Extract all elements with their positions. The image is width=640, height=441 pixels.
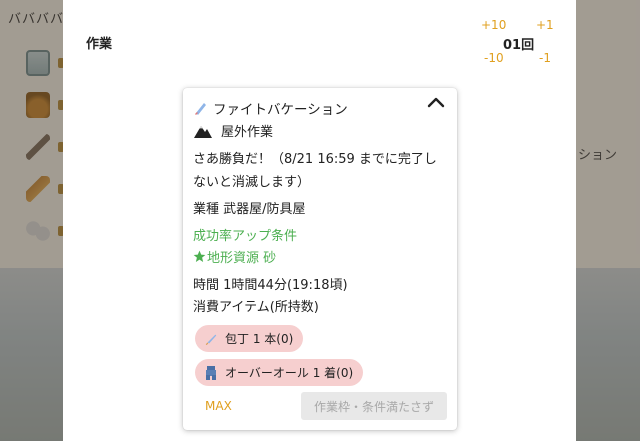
industry-text: 業種 武器屋/防具屋 [193,202,306,217]
card-title-row: ファイトバケーション [193,98,348,118]
bonus-condition: 地形資源 砂 [207,251,277,266]
consumed-item-label: オーバーオール 1 着(0) [225,366,354,380]
work-description: さあ勝負だ！（8/21 16:59 までに完了しないと消滅します） [193,152,437,190]
plus-1-button[interactable]: +1 [536,18,554,32]
execute-work-button[interactable]: 作業枠・条件満たさず [301,392,447,420]
chevron-up-icon[interactable] [427,96,445,112]
panel-title: 作業 [86,37,113,52]
plus-10-button[interactable]: +10 [481,18,506,32]
knife-icon [203,331,219,347]
brush-icon [193,100,209,116]
time-text: 時間 1時間44分(19:18頃) [193,278,348,293]
bonus-heading: 成功率アップ条件 [193,229,298,244]
consumed-item-label: 包丁 1 本(0) [225,332,294,346]
work-detail-card: ファイトバケーション 屋外作業 さあ勝負だ！（8/21 16:59 までに完了し… [183,88,457,430]
bonus-condition-row: 地形資源 砂 [193,247,276,266]
consumed-item-chip[interactable]: オーバーオール 1 着(0) [195,359,364,386]
star-icon [193,250,206,263]
consumed-items-heading: 消費アイテム(所持数) [193,300,319,315]
card-title: ファイトバケーション [213,102,348,118]
overalls-icon [203,365,219,381]
mountain-icon [193,123,213,139]
repeat-count: 01回 [503,38,535,53]
minus-10-button[interactable]: -10 [484,51,504,65]
work-type-row: 屋外作業 [193,121,273,140]
work-type-label: 屋外作業 [221,125,274,140]
max-button[interactable]: MAX [205,399,232,413]
consumed-item-chip[interactable]: 包丁 1 本(0) [195,325,304,352]
minus-1-button[interactable]: -1 [539,51,551,65]
